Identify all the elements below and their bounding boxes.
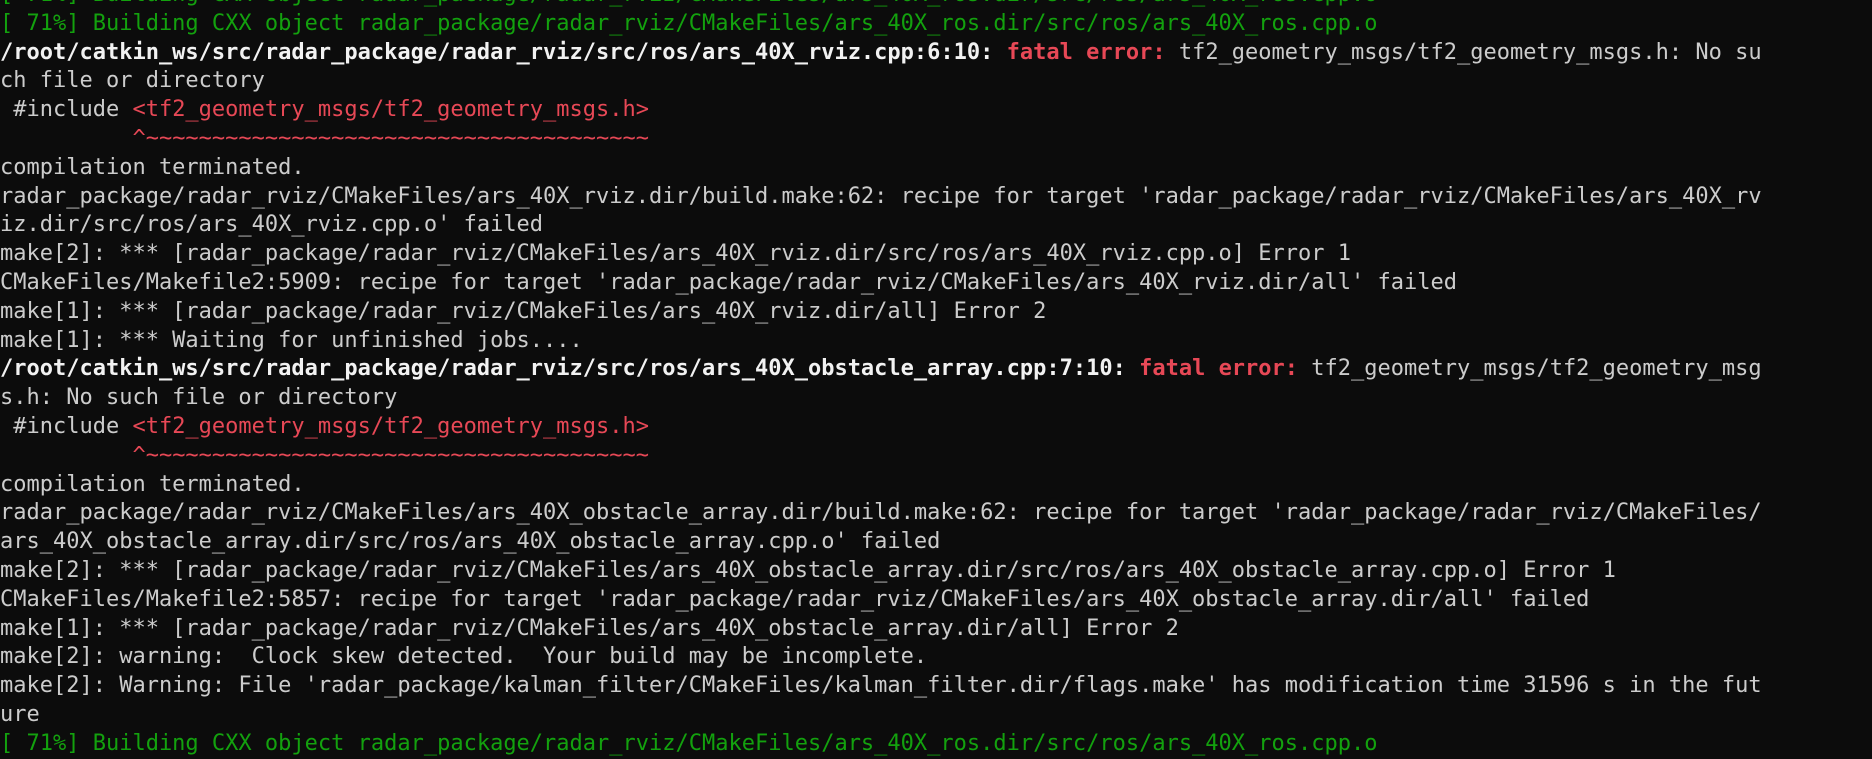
terminal-text-segment: [ 71%] Building CXX object radar_package… — [0, 0, 1378, 7]
terminal-text-segment: ^~~~~~~~~~~~~~~~~~~~~~~~~~~~~~~~~~~~~~~ — [132, 442, 650, 468]
terminal-line: CMakeFiles/Makefile2:5909: recipe for ta… — [0, 269, 1872, 298]
terminal-text-segment: #include — [0, 97, 133, 123]
terminal-line: radar_package/radar_rviz/CMakeFiles/ars_… — [0, 183, 1872, 212]
terminal-line: ure — [0, 701, 1872, 730]
terminal-text-segment: iz.dir/src/ros/ars_40X_rviz.cpp.o' faile… — [0, 212, 544, 238]
terminal-line: ^~~~~~~~~~~~~~~~~~~~~~~~~~~~~~~~~~~~~~~ — [0, 442, 1872, 471]
terminal-line: [ 71%] Building CXX object radar_package… — [0, 0, 1872, 10]
terminal-text-segment: tf2_geometry_msgs/tf2_geometry_msgs.h: N… — [1178, 39, 1762, 65]
terminal-text-segment: radar_package/radar_rviz/CMakeFiles/ars_… — [0, 500, 1762, 526]
terminal-text-segment: make[2]: Warning: File 'radar_package/ka… — [0, 673, 1762, 699]
terminal-line: s.h: No such file or directory — [0, 384, 1872, 413]
terminal-line: ^~~~~~~~~~~~~~~~~~~~~~~~~~~~~~~~~~~~~~~ — [0, 125, 1872, 154]
terminal-text-segment: /root/catkin_ws/src/radar_package/radar_… — [0, 39, 1007, 65]
terminal-line: make[2]: Warning: File 'radar_package/ka… — [0, 672, 1872, 701]
terminal-text-segment: compilation terminated. — [0, 154, 305, 180]
terminal-line: make[1]: *** Waiting for unfinished jobs… — [0, 327, 1872, 356]
terminal-text-segment: fatal error: — [1006, 39, 1179, 65]
terminal-text-segment: #include — [0, 413, 133, 439]
terminal-text-segment: make[2]: *** [radar_package/radar_rviz/C… — [0, 557, 1616, 583]
terminal-line: [ 71%] Building CXX object radar_package… — [0, 10, 1872, 39]
terminal-line: make[2]: *** [radar_package/radar_rviz/C… — [0, 557, 1872, 586]
terminal-line: compilation terminated. — [0, 471, 1872, 500]
terminal-text-segment: make[2]: *** [radar_package/radar_rviz/C… — [0, 241, 1352, 267]
terminal-line: make[2]: *** [radar_package/radar_rviz/C… — [0, 240, 1872, 269]
terminal-line: ars_40X_obstacle_array.dir/src/ros/ars_4… — [0, 528, 1872, 557]
terminal-text-segment: make[1]: *** [radar_package/radar_rviz/C… — [0, 298, 1047, 324]
terminal-text-segment: make[1]: *** [radar_package/radar_rviz/C… — [0, 615, 1179, 641]
terminal-line: make[2]: warning: Clock skew detected. Y… — [0, 643, 1872, 672]
terminal-line: #include <tf2_geometry_msgs/tf2_geometry… — [0, 413, 1872, 442]
terminal-text-segment: make[1]: *** Waiting for unfinished jobs… — [0, 327, 583, 353]
terminal-text-segment: [ 71%] Building CXX object radar_package… — [0, 730, 1378, 756]
terminal-text-segment: CMakeFiles/Makefile2:5857: recipe for ta… — [0, 586, 1590, 612]
terminal-line: CMakeFiles/Makefile2:5857: recipe for ta… — [0, 586, 1872, 615]
terminal-text-segment: ure — [0, 701, 40, 727]
terminal-text-segment: <tf2_geometry_msgs/tf2_geometry_msgs.h> — [132, 97, 650, 123]
terminal-text-segment: /root/catkin_ws/src/radar_package/radar_… — [0, 356, 1140, 382]
terminal-text-segment: radar_package/radar_rviz/CMakeFiles/ars_… — [0, 183, 1762, 209]
terminal-line: radar_package/radar_rviz/CMakeFiles/ars_… — [0, 499, 1872, 528]
terminal-line: #include <tf2_geometry_msgs/tf2_geometry… — [0, 96, 1872, 125]
terminal-text-segment: ch file or directory — [0, 68, 265, 94]
terminal-text-segment: fatal error: — [1139, 356, 1312, 382]
terminal-output[interactable]: [ 71%] Building CXX object radar_package… — [0, 0, 1872, 756]
terminal-line: make[1]: *** [radar_package/radar_rviz/C… — [0, 298, 1872, 327]
terminal-line: /root/catkin_ws/src/radar_package/radar_… — [0, 39, 1872, 68]
terminal-line: [ 71%] Building CXX object radar_package… — [0, 730, 1872, 759]
terminal-line: make[1]: *** [radar_package/radar_rviz/C… — [0, 615, 1872, 644]
terminal-text-segment: make[2]: warning: Clock skew detected. Y… — [0, 644, 928, 670]
terminal-text-segment: ars_40X_obstacle_array.dir/src/ros/ars_4… — [0, 529, 941, 555]
terminal-line: iz.dir/src/ros/ars_40X_rviz.cpp.o' faile… — [0, 211, 1872, 240]
terminal-text-segment: [ 71%] Building CXX object radar_package… — [0, 10, 1378, 36]
terminal-line: /root/catkin_ws/src/radar_package/radar_… — [0, 355, 1872, 384]
terminal-text-segment: tf2_geometry_msgs/tf2_geometry_msg — [1311, 356, 1762, 382]
terminal-text-segment: CMakeFiles/Makefile2:5909: recipe for ta… — [0, 269, 1457, 295]
terminal-line: compilation terminated. — [0, 154, 1872, 183]
terminal-line: ch file or directory — [0, 67, 1872, 96]
terminal-text-segment: ^~~~~~~~~~~~~~~~~~~~~~~~~~~~~~~~~~~~~~~ — [132, 125, 650, 151]
terminal-text-segment: s.h: No such file or directory — [0, 385, 398, 411]
terminal-text-segment: <tf2_geometry_msgs/tf2_geometry_msgs.h> — [132, 413, 650, 439]
terminal-text-segment: compilation terminated. — [0, 471, 305, 497]
